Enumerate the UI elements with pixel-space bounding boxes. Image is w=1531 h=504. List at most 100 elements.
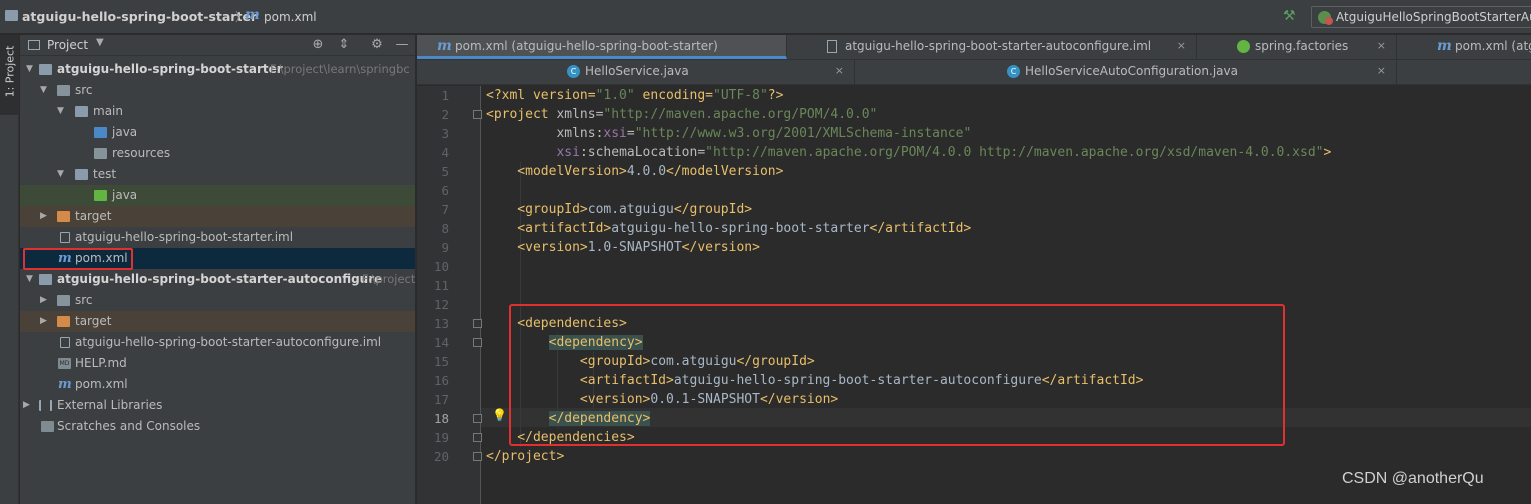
close-icon[interactable]: ×: [1377, 60, 1386, 82]
attr-value: "UTF-8": [713, 88, 768, 103]
fold-marker-icon[interactable]: [473, 319, 482, 328]
tab-label: pom.xml (atg: [1455, 39, 1531, 53]
line-number: 19: [433, 430, 449, 445]
code-line-9: <version>1.0-SNAPSHOT</version>: [486, 238, 760, 257]
project-panel-title[interactable]: Project: [47, 38, 88, 52]
tab-label: HelloService.java: [585, 64, 689, 78]
tree-item-label: java: [112, 125, 138, 139]
tree-item-label: External Libraries: [57, 398, 163, 412]
fold-marker-icon[interactable]: [473, 414, 482, 423]
expanded-arrow-icon[interactable]: ▼: [26, 59, 36, 80]
attr-value: "http://maven.apache.org/POM/4.0.0 http:…: [705, 145, 1324, 160]
iml-file-icon: [827, 40, 837, 53]
xml-decl: <?xml version=: [486, 88, 596, 103]
tree-item-label: target: [75, 209, 112, 223]
code-line-7: <groupId>com.atguigu</groupId>: [486, 200, 752, 219]
line-number: 13: [433, 316, 449, 331]
fold-marker-icon[interactable]: [473, 110, 482, 119]
tree-item-scratches[interactable]: Scratches and Consoles: [20, 416, 415, 437]
attr-name: :schemaLocation=: [579, 145, 706, 160]
scratch-icon: [41, 421, 54, 432]
tag-text: 1.0-SNAPSHOT: [587, 240, 682, 255]
tab-pom-starter[interactable]: m pom.xml (atguigu-hello-spring-boot-sta…: [417, 35, 787, 59]
fold-marker-icon[interactable]: [473, 338, 482, 347]
resources-folder-icon: [94, 148, 107, 159]
folder-icon: [57, 295, 70, 306]
chevron-down-icon[interactable]: ▼: [96, 37, 104, 48]
expanded-arrow-icon[interactable]: ▼: [57, 164, 67, 185]
collapsed-arrow-icon[interactable]: ▶: [40, 206, 50, 227]
tag: </version>: [681, 240, 760, 255]
attr-name: xmlns:: [486, 126, 604, 141]
gear-icon[interactable]: ⚙: [369, 37, 385, 53]
collapsed-arrow-icon[interactable]: ▶: [23, 395, 33, 416]
breadcrumb-project[interactable]: atguigu-hello-spring-boot-starter: [22, 8, 257, 26]
tree-item-test[interactable]: ▼ test: [20, 164, 415, 185]
expanded-arrow-icon[interactable]: ▼: [40, 80, 50, 101]
tree-item-module-autoconfigure[interactable]: ▼ atguigu-hello-spring-boot-starter-auto…: [20, 269, 416, 290]
close-icon[interactable]: ×: [835, 60, 844, 82]
tree-item-main[interactable]: ▼ main: [20, 101, 415, 122]
tab-spring-factories[interactable]: spring.factories ×: [1217, 35, 1397, 59]
close-icon[interactable]: ×: [1377, 35, 1386, 57]
line-number: 2: [441, 107, 449, 122]
fold-marker-icon[interactable]: [473, 433, 482, 442]
line-number: 7: [441, 202, 449, 217]
tab-hello-service[interactable]: C HelloService.java ×: [547, 60, 855, 84]
tree-item-target[interactable]: ▶ target: [20, 311, 415, 332]
tree-item-iml[interactable]: atguigu-hello-spring-boot-starter-autoco…: [20, 332, 415, 353]
editor-tabs-row-1: m pom.xml (atguigu-hello-spring-boot-sta…: [417, 35, 1531, 60]
tab-autoconfigure-iml[interactable]: atguigu-hello-spring-boot-starter-autoco…: [807, 35, 1197, 59]
line-number: 4: [441, 145, 449, 160]
tree-item-path: F:\project: [362, 272, 416, 286]
tag: </modelVersion>: [666, 164, 784, 179]
tree-item-src[interactable]: ▶ src: [20, 290, 415, 311]
line-number: 16: [433, 373, 449, 388]
tree-item-pom[interactable]: m pom.xml: [20, 374, 415, 395]
maven-icon: m: [58, 377, 72, 392]
tab-label: spring.factories: [1255, 39, 1349, 53]
collapse-all-icon[interactable]: ⇕: [336, 37, 352, 53]
locate-target-icon[interactable]: ⊕: [310, 37, 326, 53]
module-folder-icon: [39, 274, 52, 285]
line-number: 10: [433, 259, 449, 274]
tree-item-external-libraries[interactable]: ▶ External Libraries: [20, 395, 415, 416]
tab-label: pom.xml (atguigu-hello-spring-boot-start…: [455, 39, 718, 53]
build-hammer-icon[interactable]: ⚒: [1283, 8, 1299, 24]
tree-item-main-java[interactable]: java: [20, 122, 415, 143]
tree-item-src[interactable]: ▼ src: [20, 80, 415, 101]
folder-icon: [75, 169, 88, 180]
tag: <artifactId>: [486, 221, 612, 236]
code-line-2: <project xmlns="http://maven.apache.org/…: [486, 105, 877, 124]
navigation-bar: atguigu-hello-spring-boot-starter 〉 m po…: [0, 0, 1531, 34]
attr-value: "http://maven.apache.org/POM/4.0.0": [603, 107, 878, 122]
collapsed-arrow-icon[interactable]: ▶: [40, 311, 50, 332]
expanded-arrow-icon[interactable]: ▼: [57, 101, 67, 122]
tab-hello-service-autoconfiguration[interactable]: C HelloServiceAutoConfiguration.java ×: [987, 60, 1397, 84]
project-view-icon: [28, 40, 40, 50]
close-icon[interactable]: ×: [1177, 35, 1186, 57]
tree-item-resources[interactable]: resources: [20, 143, 415, 164]
folder-icon: [75, 106, 88, 117]
tab-pom-autoconfigure[interactable]: m pom.xml (atg: [1417, 35, 1531, 59]
java-class-icon: C: [1007, 65, 1020, 78]
project-tool-window-tab[interactable]: 1: Project: [0, 35, 19, 115]
tree-item-label: atguigu-hello-spring-boot-starter-autoco…: [57, 272, 383, 286]
tree-item-iml[interactable]: atguigu-hello-spring-boot-starter.iml: [20, 227, 415, 248]
fold-marker-icon[interactable]: [473, 452, 482, 461]
breadcrumb-file[interactable]: pom.xml: [264, 8, 317, 26]
tree-item-label: src: [75, 83, 93, 97]
tree-item-target[interactable]: ▶ target: [20, 206, 415, 227]
equals: =: [626, 126, 635, 141]
folder-icon: [57, 85, 70, 96]
run-configuration-selector[interactable]: AtguiguHelloSpringBootStarterAu: [1311, 6, 1531, 28]
namespace: xsi: [556, 145, 580, 160]
minimize-icon[interactable]: —: [394, 37, 410, 53]
tree-item-test-java[interactable]: java: [20, 185, 415, 206]
expanded-arrow-icon[interactable]: ▼: [26, 269, 36, 290]
collapsed-arrow-icon[interactable]: ▶: [40, 290, 50, 311]
tree-item-module-starter[interactable]: ▼ atguigu-hello-spring-boot-starter F:\p…: [20, 59, 415, 80]
tab-label: atguigu-hello-spring-boot-starter-autoco…: [845, 39, 1152, 53]
tree-item-help-md[interactable]: MD HELP.md: [20, 353, 415, 374]
